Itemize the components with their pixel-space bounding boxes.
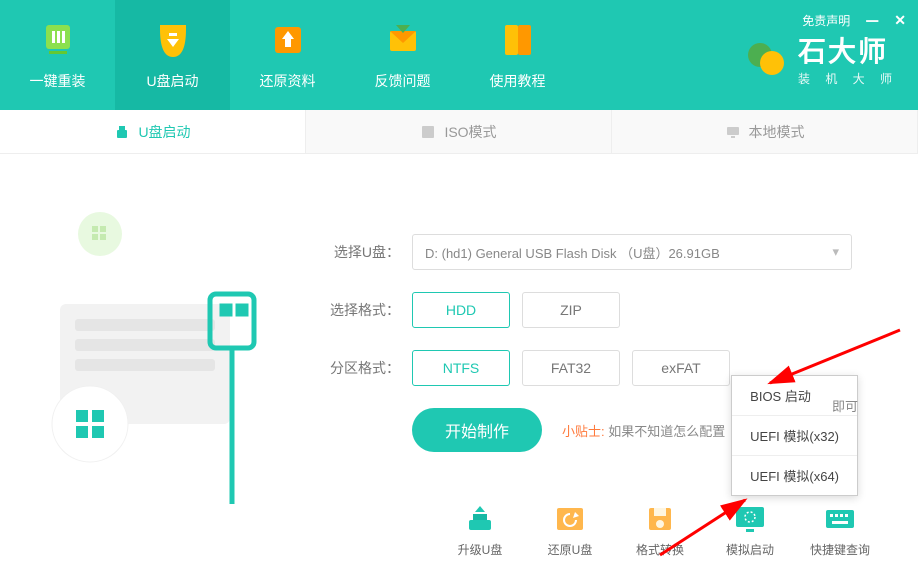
menu-uefi-x64[interactable]: UEFI 模拟(x64) <box>732 456 857 495</box>
subtab-local[interactable]: 本地模式 <box>612 110 918 153</box>
nav-udisk-boot[interactable]: U盘启动 <box>115 0 230 110</box>
tool-simulate-boot[interactable]: 模拟启动 <box>720 503 780 558</box>
format-zip-button[interactable]: ZIP <box>522 292 620 328</box>
partition-fat32-button[interactable]: FAT32 <box>522 350 620 386</box>
minimize-button[interactable]: － <box>864 8 880 32</box>
tip-suffix: 即可 <box>832 396 858 415</box>
select-udisk-label: 选择U盘： <box>320 242 400 262</box>
subtabs: U盘启动 ISO模式 本地模式 <box>0 110 918 154</box>
nav-label: 使用教程 <box>490 71 546 91</box>
usb-up-icon <box>462 503 498 535</box>
udisk-select[interactable]: D: (hd1) General USB Flash Disk （U盘）26.9… <box>412 234 852 270</box>
nav-reinstall[interactable]: 一键重装 <box>0 0 115 110</box>
tool-label: 升级U盘 <box>458 541 503 558</box>
tool-restore-udisk[interactable]: 还原U盘 <box>540 503 600 558</box>
simulate-boot-menu: BIOS 启动 UEFI 模拟(x32) UEFI 模拟(x64) <box>731 375 858 496</box>
tool-label: 格式转换 <box>636 541 684 558</box>
subtab-iso[interactable]: ISO模式 <box>306 110 612 153</box>
partition-ntfs-button[interactable]: NTFS <box>412 350 510 386</box>
subtab-label: U盘启动 <box>138 122 190 142</box>
nav-feedback[interactable]: 反馈问题 <box>345 0 460 110</box>
restore-icon <box>267 19 309 61</box>
form-area: 选择U盘： D: (hd1) General USB Flash Disk （U… <box>320 234 868 386</box>
nav-restore[interactable]: 还原资料 <box>230 0 345 110</box>
window-controls: 免责声明 － ✕ <box>802 8 906 32</box>
subtab-label: ISO模式 <box>444 122 496 142</box>
tutorial-icon <box>497 19 539 61</box>
close-button[interactable]: ✕ <box>894 12 906 29</box>
usb-icon <box>114 124 130 140</box>
disclaimer-link[interactable]: 免责声明 <box>802 12 850 29</box>
tip-text: 小贴士: 如果不知道怎么配置 <box>562 421 725 440</box>
format-hdd-button[interactable]: HDD <box>412 292 510 328</box>
brand-subtitle: 装 机 大 师 <box>798 70 898 87</box>
disk-icon <box>642 503 678 535</box>
tip-content: 如果不知道怎么配置 <box>608 424 725 439</box>
keyboard-icon <box>822 503 858 535</box>
nav-label: 反馈问题 <box>375 71 431 91</box>
brand: 石大师 装 机 大 师 <box>744 30 898 87</box>
tool-label: 模拟启动 <box>726 541 774 558</box>
brand-logo-icon <box>744 37 788 81</box>
feedback-icon <box>382 19 424 61</box>
iso-icon <box>420 124 436 140</box>
udisk-select-value: D: (hd1) General USB Flash Disk （U盘）26.9… <box>425 243 720 262</box>
tool-hotkey-query[interactable]: 快捷键查询 <box>810 503 870 558</box>
header: 免责声明 － ✕ 一键重装 U盘启动 还原资料 反馈问题 使用教程 <box>0 0 918 110</box>
nav-label: 还原资料 <box>260 71 316 91</box>
brand-title: 石大师 <box>798 30 898 70</box>
main-content: 选择U盘： D: (hd1) General USB Flash Disk （U… <box>0 154 918 578</box>
nav-label: U盘启动 <box>146 71 198 91</box>
reinstall-icon <box>37 19 79 61</box>
udisk-boot-icon <box>152 19 194 61</box>
subtab-label: 本地模式 <box>749 122 805 142</box>
tool-label: 还原U盘 <box>548 541 593 558</box>
bottom-toolbar: 升级U盘 还原U盘 格式转换 模拟启动 快捷键查询 <box>450 503 870 558</box>
start-make-button[interactable]: 开始制作 <box>412 408 542 452</box>
tool-upgrade-udisk[interactable]: 升级U盘 <box>450 503 510 558</box>
subtab-udisk[interactable]: U盘启动 <box>0 110 306 153</box>
monitor-boot-icon <box>732 503 768 535</box>
nav-label: 一键重装 <box>30 71 86 91</box>
decorative-illustration <box>40 194 260 494</box>
partition-exfat-button[interactable]: exFAT <box>632 350 730 386</box>
partition-label: 分区格式： <box>320 358 400 378</box>
tool-label: 快捷键查询 <box>810 541 870 558</box>
menu-uefi-x32[interactable]: UEFI 模拟(x32) <box>732 416 857 456</box>
tool-format-convert[interactable]: 格式转换 <box>630 503 690 558</box>
chevron-down-icon: ▾ <box>832 244 839 260</box>
select-format-label: 选择格式： <box>320 300 400 320</box>
restore-box-icon <box>552 503 588 535</box>
nav-tutorial[interactable]: 使用教程 <box>460 0 575 110</box>
tip-label: 小贴士: <box>562 424 605 439</box>
monitor-icon <box>725 124 741 140</box>
